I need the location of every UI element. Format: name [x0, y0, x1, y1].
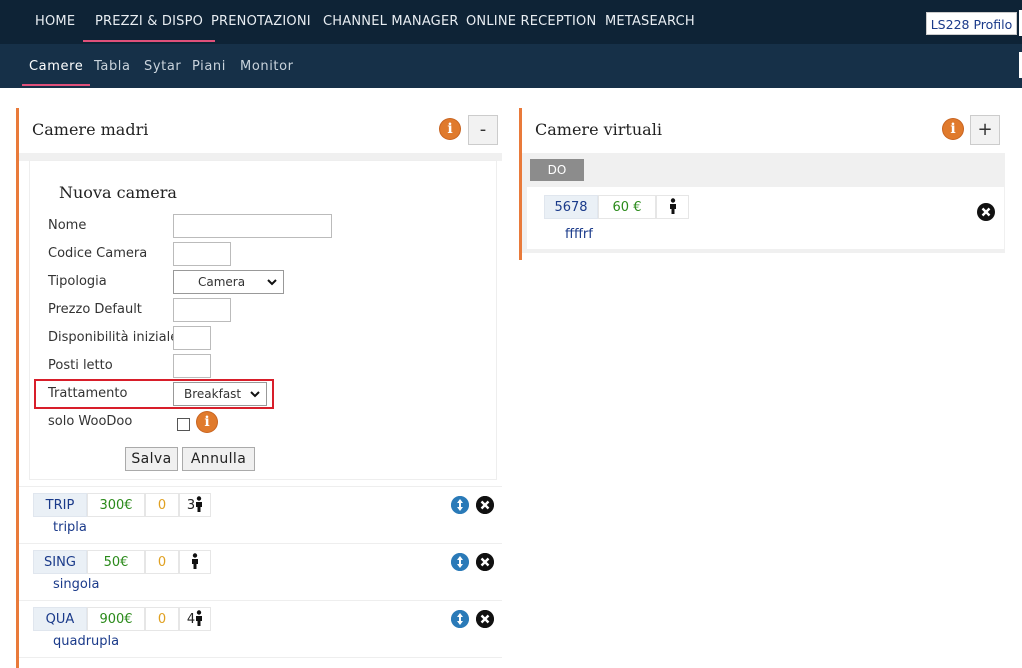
profile-button[interactable]: LS228 Profilo	[926, 12, 1017, 35]
room-price: 900€	[87, 607, 145, 631]
expand-button[interactable]: +	[970, 115, 1000, 145]
room-row-partial	[19, 657, 502, 668]
room-beds	[179, 550, 211, 574]
room-code: QUA	[33, 607, 87, 631]
nav-metasearch[interactable]: METASEARCH	[605, 0, 695, 44]
sort-icon[interactable]	[451, 553, 469, 571]
camere-virtuali-panel: Camere virtuali i + DO 5678 60 € ffffrf	[519, 108, 1005, 260]
room-row: TRIP 300€ 0 3 tripla	[19, 486, 502, 542]
beds-count: 4	[186, 612, 196, 627]
info-icon[interactable]: i	[197, 412, 217, 432]
woodoo-checkbox[interactable]	[177, 418, 190, 431]
camere-madri-panel: Camere madri i - Nuova camera Nome Codic…	[16, 108, 502, 668]
subnav-monitor[interactable]: Monitor	[240, 44, 294, 88]
panel-title: Camere madri	[32, 120, 149, 139]
label-woodoo: solo WooDoo	[48, 414, 133, 429]
posti-input[interactable]	[173, 354, 211, 378]
label-posti: Posti letto	[48, 358, 113, 373]
delete-icon[interactable]	[476, 553, 494, 571]
nav-channel-manager[interactable]: CHANNEL MANAGER	[323, 0, 459, 44]
room-beds: 3	[179, 493, 211, 517]
room-row: QUA 900€ 0 4 quadrupla	[19, 600, 502, 656]
trattamento-select[interactable]: Breakfast	[173, 382, 267, 406]
room-price: 300€	[87, 493, 145, 517]
top-navigation: HOME PREZZI & DISPO PRENOTAZIONI CHANNEL…	[0, 0, 1022, 44]
prezzo-input[interactable]	[173, 298, 231, 322]
disponibilita-input[interactable]	[173, 326, 211, 350]
sort-icon[interactable]	[451, 610, 469, 628]
person-icon	[192, 553, 198, 569]
room-name[interactable]: tripla	[53, 520, 87, 535]
chevron-down-icon	[267, 279, 277, 286]
room-beds: 4	[179, 607, 211, 631]
new-room-form: Nuova camera Nome Codice Camera Tipologi…	[29, 160, 497, 480]
room-row: SING 50€ 0 singola	[19, 543, 502, 599]
nome-input[interactable]	[173, 214, 332, 238]
cancel-button[interactable]: Annulla	[182, 447, 255, 471]
info-icon[interactable]: i	[943, 119, 963, 139]
group-tag[interactable]: DO	[530, 159, 584, 181]
room-price: 50€	[87, 550, 145, 574]
virtual-room-beds	[656, 195, 689, 219]
label-tipologia: Tipologia	[48, 274, 107, 289]
nav-prezzi-dispo[interactable]: PREZZI & DISPO	[82, 0, 216, 44]
room-name[interactable]: singola	[53, 577, 99, 592]
nav-online-reception[interactable]: ONLINE RECEPTION	[466, 0, 596, 44]
sort-icon[interactable]	[451, 496, 469, 514]
virtual-room-code: 5678	[544, 195, 598, 219]
person-icon	[669, 198, 676, 214]
collapse-button[interactable]: -	[468, 115, 498, 145]
virtual-room-row: 5678 60 € ffffrf	[526, 186, 1005, 250]
person-icon	[196, 496, 203, 512]
room-availability: 0	[145, 550, 179, 574]
delete-icon[interactable]	[476, 610, 494, 628]
room-availability: 0	[145, 493, 179, 517]
sub-navigation: Camere Tabla Sytar Piani Monitor	[0, 44, 1022, 88]
codice-input[interactable]	[173, 242, 231, 266]
tipologia-select[interactable]: Camera	[173, 270, 284, 294]
info-icon[interactable]: i	[440, 119, 460, 139]
label-disponibilita: Disponibilità iniziale	[48, 330, 179, 345]
room-code: SING	[33, 550, 87, 574]
subnav-piani[interactable]: Piani	[192, 44, 226, 88]
virtual-room-name[interactable]: ffffrf	[565, 227, 593, 242]
room-code: TRIP	[33, 493, 87, 517]
nav-home[interactable]: HOME	[35, 0, 75, 44]
subnav-camere[interactable]: Camere	[21, 44, 91, 88]
delete-icon[interactable]	[476, 496, 494, 514]
trattamento-value: Breakfast	[184, 387, 242, 401]
label-prezzo: Prezzo Default	[48, 302, 142, 317]
room-availability: 0	[145, 607, 179, 631]
subnav-sytar[interactable]: Sytar	[144, 44, 181, 88]
save-button[interactable]: Salva	[125, 447, 178, 471]
panel-title: Camere virtuali	[535, 120, 662, 139]
person-icon	[196, 610, 203, 626]
delete-icon[interactable]	[977, 203, 995, 221]
label-nome: Nome	[48, 218, 87, 233]
subnav-tabla[interactable]: Tabla	[94, 44, 131, 88]
nav-prenotazioni[interactable]: PRENOTAZIONI	[211, 0, 311, 44]
label-codice: Codice Camera	[48, 246, 148, 261]
label-trattamento: Trattamento	[48, 386, 128, 401]
beds-count: 3	[186, 498, 196, 513]
virtual-room-price: 60 €	[598, 195, 656, 219]
form-title: Nuova camera	[59, 183, 177, 202]
chevron-down-icon	[250, 391, 260, 398]
room-name[interactable]: quadrupla	[53, 634, 119, 649]
tipologia-value: Camera	[198, 275, 246, 289]
